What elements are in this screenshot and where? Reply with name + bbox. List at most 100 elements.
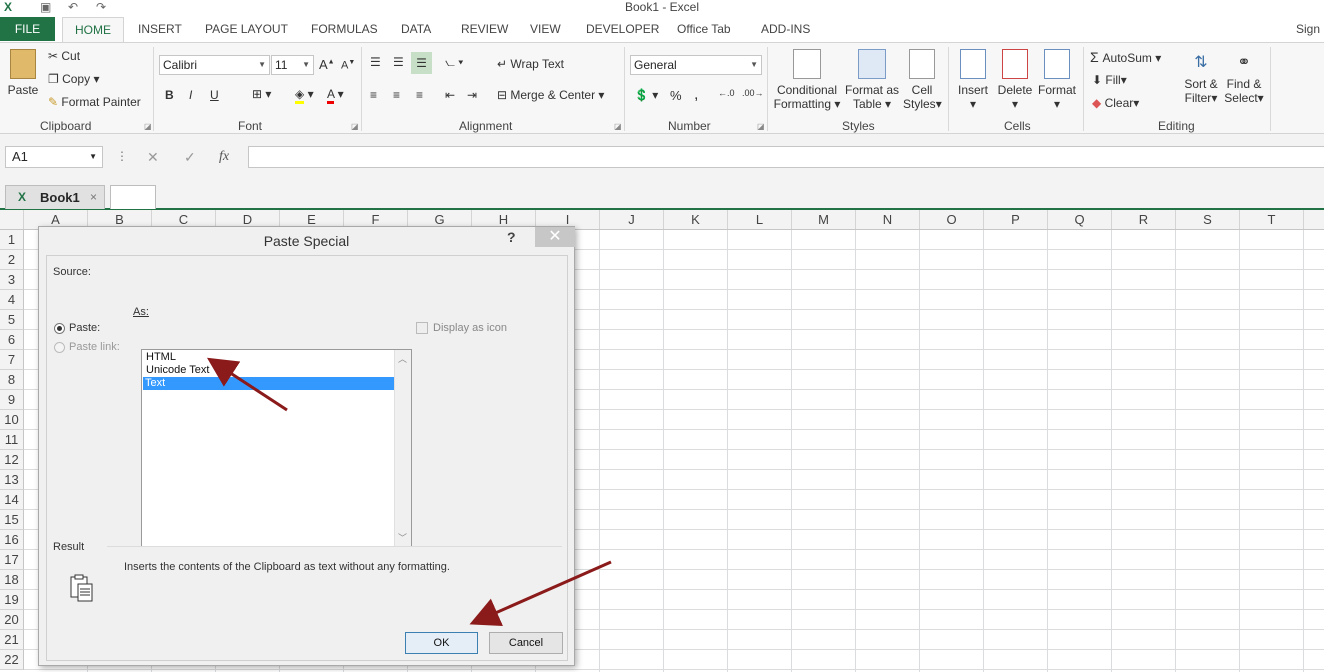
column-header[interactable]: M bbox=[792, 210, 856, 229]
sort-filter-button[interactable]: ⇅ Sort & Filter▾ bbox=[1182, 49, 1220, 105]
format-button[interactable]: Format ▾ bbox=[1037, 49, 1077, 111]
list-item-text-selected[interactable]: Text bbox=[143, 377, 395, 390]
tab-review[interactable]: REVIEW bbox=[461, 17, 508, 41]
grow-font-icon[interactable]: A▲ bbox=[319, 57, 335, 72]
tab-office-tab[interactable]: Office Tab bbox=[677, 17, 731, 41]
display-as-icon-checkbox[interactable] bbox=[416, 322, 428, 334]
format-as-table-button[interactable]: Format as Table ▾ bbox=[844, 49, 900, 111]
alignment-launcher-icon[interactable]: ◪ bbox=[614, 122, 622, 131]
row-header[interactable]: 8 bbox=[0, 370, 24, 390]
list-item-html[interactable]: HTML bbox=[144, 351, 396, 364]
font-launcher-icon[interactable]: ◪ bbox=[351, 122, 359, 131]
tab-data[interactable]: DATA bbox=[401, 17, 431, 41]
row-header[interactable]: 12 bbox=[0, 450, 24, 470]
row-header[interactable]: 9 bbox=[0, 390, 24, 410]
decrease-indent-icon[interactable]: ⇤ bbox=[445, 88, 455, 102]
paste-radio-label[interactable]: Paste: bbox=[69, 322, 100, 334]
number-launcher-icon[interactable]: ◪ bbox=[757, 122, 765, 131]
format-painter-button[interactable]: ✎ Format Painter bbox=[48, 95, 141, 109]
tab-developer[interactable]: DEVELOPER bbox=[586, 17, 659, 41]
decrease-decimal-icon[interactable]: .00→ bbox=[742, 88, 764, 98]
paste-button[interactable]: Paste bbox=[6, 49, 40, 97]
clipboard-launcher-icon[interactable]: ◪ bbox=[144, 122, 152, 131]
name-box[interactable]: A1 ▼ bbox=[5, 146, 103, 168]
cut-button[interactable]: ✂ Cut bbox=[48, 49, 80, 63]
row-header[interactable]: 5 bbox=[0, 310, 24, 330]
fill-color-icon[interactable]: ◈ ▾ bbox=[295, 87, 314, 104]
conditional-formatting-button[interactable]: Conditional Formatting ▾ bbox=[773, 49, 841, 111]
sign-in-link[interactable]: Sign bbox=[1296, 17, 1320, 41]
merge-center-button[interactable]: ⊟ Merge & Center ▾ bbox=[497, 88, 604, 102]
select-all-corner[interactable] bbox=[0, 210, 24, 229]
row-header[interactable]: 1 bbox=[0, 230, 24, 250]
number-format-combo[interactable]: General ▼ bbox=[630, 55, 762, 75]
fill-button[interactable]: ⬇ Fill▾ bbox=[1092, 73, 1127, 87]
font-color-icon[interactable]: A ▾ bbox=[327, 87, 344, 104]
shrink-font-icon[interactable]: A▼ bbox=[341, 59, 355, 72]
row-header[interactable]: 21 bbox=[0, 630, 24, 650]
tab-insert[interactable]: INSERT bbox=[138, 17, 182, 41]
insert-button[interactable]: Insert ▾ bbox=[956, 49, 990, 111]
cell-styles-button[interactable]: Cell Styles▾ bbox=[903, 49, 942, 111]
accounting-format-icon[interactable]: 💲 ▾ bbox=[634, 88, 658, 102]
scroll-up-icon[interactable]: ︿ bbox=[398, 352, 407, 365]
column-header[interactable]: L bbox=[728, 210, 792, 229]
align-center-icon[interactable]: ≡ bbox=[393, 88, 400, 102]
tab-view[interactable]: VIEW bbox=[530, 17, 561, 41]
row-header[interactable]: 7 bbox=[0, 350, 24, 370]
font-name-combo[interactable]: Calibri ▼ bbox=[159, 55, 270, 75]
row-header[interactable]: 3 bbox=[0, 270, 24, 290]
column-header[interactable]: R bbox=[1112, 210, 1176, 229]
paste-link-radio[interactable] bbox=[54, 342, 65, 353]
paste-radio[interactable] bbox=[54, 323, 65, 334]
bold-button[interactable]: B bbox=[165, 88, 174, 102]
increase-indent-icon[interactable]: ⇥ bbox=[467, 88, 477, 102]
workbook-tab-book1[interactable]: X Book1 × bbox=[5, 185, 105, 209]
new-tab-button[interactable] bbox=[110, 185, 156, 209]
tab-page-layout[interactable]: PAGE LAYOUT bbox=[205, 17, 288, 41]
list-item-unicode-text[interactable]: Unicode Text bbox=[144, 364, 396, 377]
borders-icon[interactable]: ⊞ ▾ bbox=[252, 87, 271, 101]
ok-button[interactable]: OK bbox=[405, 632, 478, 654]
column-header[interactable]: Q bbox=[1048, 210, 1112, 229]
autosum-button[interactable]: Σ AutoSum ▾ bbox=[1090, 49, 1161, 65]
wrap-text-button[interactable]: ↵ Wrap Text bbox=[497, 57, 564, 71]
align-top-icon[interactable]: ☰ bbox=[370, 55, 381, 69]
close-icon[interactable]: ✕ bbox=[535, 227, 575, 247]
paste-as-listbox[interactable]: HTML Unicode Text Text ︿ ﹀ bbox=[141, 349, 412, 547]
comma-button[interactable]: , bbox=[694, 86, 698, 104]
increase-decimal-icon[interactable]: ←.0 bbox=[718, 88, 735, 98]
row-header[interactable]: 11 bbox=[0, 430, 24, 450]
row-header[interactable]: 14 bbox=[0, 490, 24, 510]
find-select-button[interactable]: ⚭ Find & Select▾ bbox=[1222, 49, 1266, 105]
row-header[interactable]: 13 bbox=[0, 470, 24, 490]
align-middle-icon[interactable]: ☰ bbox=[393, 55, 404, 69]
align-left-icon[interactable]: ≡ bbox=[370, 88, 377, 102]
column-header[interactable]: J bbox=[600, 210, 664, 229]
column-header[interactable]: N bbox=[856, 210, 920, 229]
formula-input[interactable] bbox=[248, 146, 1324, 168]
column-header[interactable]: O bbox=[920, 210, 984, 229]
paste-link-radio-label[interactable]: Paste link: bbox=[69, 341, 120, 353]
column-header[interactable]: T bbox=[1240, 210, 1304, 229]
italic-button[interactable]: I bbox=[189, 88, 192, 102]
display-as-icon-label[interactable]: Display as icon bbox=[433, 322, 507, 334]
underline-button[interactable]: U bbox=[210, 88, 219, 102]
copy-button[interactable]: ❐ Copy ▾ bbox=[48, 72, 99, 86]
listbox-scrollbar[interactable]: ︿ ﹀ bbox=[394, 350, 411, 546]
delete-button[interactable]: Delete ▾ bbox=[996, 49, 1034, 111]
orientation-icon[interactable]: ⦦ ▾ bbox=[445, 55, 463, 70]
row-header[interactable]: 10 bbox=[0, 410, 24, 430]
help-icon[interactable]: ? bbox=[507, 229, 516, 245]
row-header[interactable]: 2 bbox=[0, 250, 24, 270]
tab-add-ins[interactable]: ADD-INS bbox=[761, 17, 810, 41]
percent-button[interactable]: % bbox=[670, 88, 682, 103]
scroll-down-icon[interactable]: ﹀ bbox=[398, 531, 407, 544]
row-header[interactable]: 17 bbox=[0, 550, 24, 570]
row-header[interactable]: 22 bbox=[0, 650, 24, 670]
clear-button[interactable]: ◆ Clear▾ bbox=[1092, 96, 1139, 110]
enter-entry-icon[interactable]: ✓ bbox=[184, 149, 196, 166]
column-header[interactable]: S bbox=[1176, 210, 1240, 229]
row-header[interactable]: 18 bbox=[0, 570, 24, 590]
tab-home[interactable]: HOME bbox=[62, 17, 124, 43]
